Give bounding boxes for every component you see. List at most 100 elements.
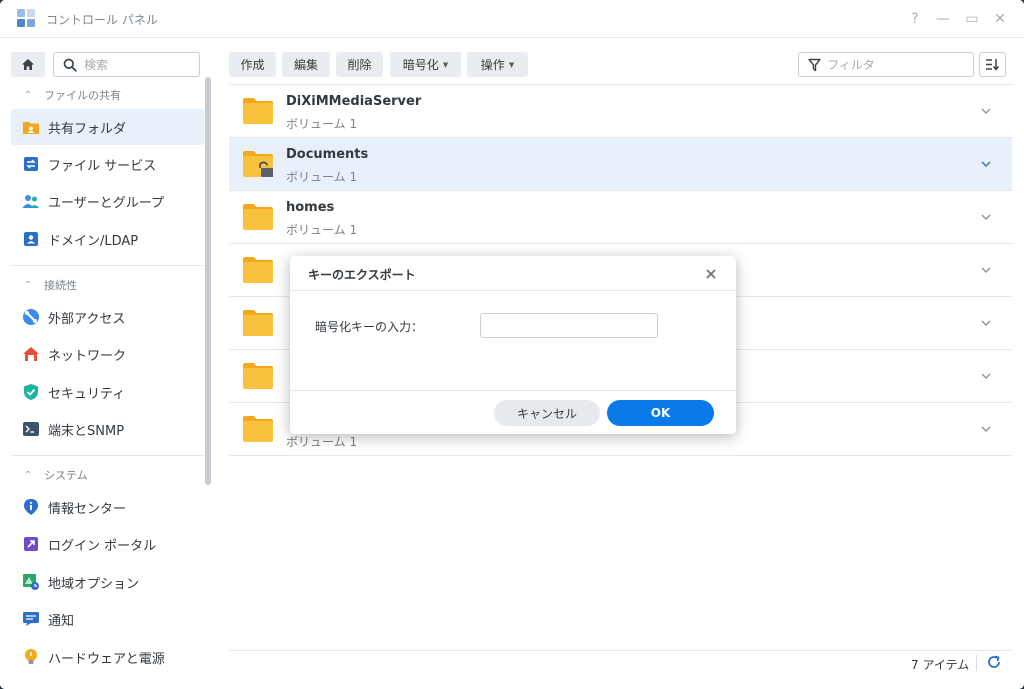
- sidebar: ⌃ ファイルの共有 共有フォルダ ファイル サービス ユーザーとグループ ド: [0, 39, 215, 689]
- section-file-sharing[interactable]: ⌃ ファイルの共有: [11, 82, 204, 108]
- table-row[interactable]: DiXiMMediaServer ボリューム 1: [229, 85, 1012, 138]
- sidebar-item-label: ログイン ポータル: [48, 538, 157, 554]
- section-system[interactable]: ⌃ システム: [11, 462, 204, 488]
- maximize-icon[interactable]: ▭: [962, 9, 982, 29]
- sidebar-item-label: ユーザーとグループ: [48, 195, 164, 211]
- chevron-up-icon: ⌃: [24, 469, 33, 481]
- notification-icon: [21, 609, 41, 629]
- folder-volume: ボリューム 1: [286, 435, 358, 449]
- create-button[interactable]: 作成: [229, 52, 276, 77]
- action-dropdown[interactable]: 操作 ▼: [467, 52, 528, 77]
- filter-input[interactable]: [827, 56, 967, 73]
- sidebar-item-label: セキュリティ: [48, 386, 126, 402]
- section-divider: [11, 455, 204, 456]
- minimize-icon[interactable]: —: [933, 9, 953, 29]
- sidebar-item-label: ネットワーク: [48, 348, 127, 364]
- hardware-power-icon: [21, 647, 41, 667]
- sidebar-item-hardware-power[interactable]: ハードウェアと電源: [11, 639, 204, 675]
- cancel-button[interactable]: キャンセル: [494, 400, 600, 426]
- close-icon[interactable]: [703, 266, 719, 282]
- export-key-dialog: キーのエクスポート 暗号化キーの入力： キャンセル OK: [290, 256, 736, 434]
- dialog-header-divider: [290, 290, 736, 291]
- sidebar-item-network[interactable]: ネットワーク: [11, 336, 204, 372]
- sidebar-scrollbar[interactable]: [205, 77, 211, 485]
- sidebar-item-terminal-snmp[interactable]: 端末とSNMP: [11, 411, 204, 447]
- sidebar-item-regional-options[interactable]: 地域オプション: [11, 564, 204, 600]
- section-divider: [11, 265, 204, 266]
- filter-field[interactable]: [798, 52, 974, 77]
- ok-button[interactable]: OK: [607, 400, 714, 426]
- sidebar-search[interactable]: [53, 52, 200, 77]
- folder-name: DiXiMMediaServer: [286, 94, 422, 109]
- chevron-down-icon[interactable]: [979, 157, 993, 171]
- table-row[interactable]: Documents ボリューム 1: [229, 138, 1012, 191]
- encrypted-folder-icon: [243, 151, 273, 177]
- folder-icon: [243, 98, 273, 124]
- sidebar-item-external-access[interactable]: 外部アクセス: [11, 299, 204, 335]
- chevron-down-icon[interactable]: [979, 422, 993, 436]
- sidebar-item-shared-folder[interactable]: 共有フォルダ: [11, 109, 204, 145]
- sidebar-item-label: 通知: [48, 613, 75, 629]
- encryption-key-label: 暗号化キーの入力：: [315, 320, 424, 334]
- table-row[interactable]: homes ボリューム 1: [229, 191, 1012, 244]
- control-panel-app-icon: [17, 9, 37, 29]
- folder-icon: [243, 257, 273, 283]
- chevron-up-icon: ⌃: [24, 89, 33, 101]
- sidebar-item-login-portal[interactable]: ログイン ポータル: [11, 526, 204, 562]
- close-icon[interactable]: ✕: [990, 9, 1010, 29]
- caret-down-icon: ▼: [442, 60, 449, 69]
- status-divider: [229, 650, 1012, 651]
- users-groups-icon: [21, 191, 41, 211]
- sidebar-item-label: 地域オプション: [48, 576, 140, 592]
- section-label: 接続性: [44, 279, 77, 292]
- sidebar-item-label: 端末とSNMP: [48, 423, 125, 439]
- sidebar-item-label: 外部アクセス: [48, 311, 126, 327]
- encryption-key-input[interactable]: [480, 313, 658, 338]
- sidebar-item-notification[interactable]: 通知: [11, 601, 204, 637]
- security-shield-icon: [21, 382, 41, 402]
- search-icon: [63, 58, 77, 72]
- sidebar-item-file-services[interactable]: ファイル サービス: [11, 146, 204, 182]
- refresh-icon[interactable]: [986, 654, 1002, 670]
- folder-icon: [243, 416, 273, 442]
- section-connectivity[interactable]: ⌃ 接続性: [11, 272, 204, 298]
- home-icon: [22, 59, 34, 70]
- edit-button[interactable]: 編集: [282, 52, 330, 77]
- folder-name: homes: [286, 200, 335, 215]
- sidebar-item-domain-ldap[interactable]: ドメイン/LDAP: [11, 221, 204, 257]
- sidebar-item-users-groups[interactable]: ユーザーとグループ: [11, 183, 204, 219]
- sidebar-item-security[interactable]: セキュリティ: [11, 374, 204, 410]
- external-access-icon: [21, 307, 41, 327]
- chevron-down-icon[interactable]: [979, 210, 993, 224]
- info-center-icon: [21, 497, 41, 517]
- action-label: 操作: [480, 58, 505, 72]
- folder-icon: [243, 310, 273, 336]
- chevron-down-icon[interactable]: [979, 369, 993, 383]
- chevron-down-icon[interactable]: [979, 263, 993, 277]
- dialog-title: キーのエクスポート: [308, 268, 416, 282]
- search-input[interactable]: [84, 56, 194, 73]
- status-separator: [976, 655, 977, 671]
- sidebar-item-label: 情報センター: [48, 501, 127, 517]
- encryption-dropdown[interactable]: 暗号化 ▼: [390, 52, 461, 77]
- section-label: ファイルの共有: [44, 89, 121, 102]
- help-icon[interactable]: ?: [905, 9, 925, 29]
- login-portal-icon: [21, 534, 41, 554]
- sort-icon: [986, 59, 1000, 71]
- item-count: 7 アイテム: [911, 658, 970, 672]
- sort-button[interactable]: [979, 52, 1006, 77]
- folder-volume: ボリューム 1: [286, 117, 358, 131]
- control-panel-window: コントロール パネル ? — ▭ ✕ ⌃ ファイルの共有 共有フォルダ: [0, 0, 1024, 689]
- folder-icon: [243, 204, 273, 230]
- chevron-down-icon[interactable]: [979, 316, 993, 330]
- chevron-down-icon[interactable]: [979, 104, 993, 118]
- sidebar-item-label: ハードウェアと電源: [48, 651, 165, 667]
- home-button[interactable]: [11, 52, 45, 77]
- folder-name: Documents: [286, 147, 369, 162]
- sidebar-item-label: ドメイン/LDAP: [48, 233, 139, 249]
- sidebar-item-label: ファイル サービス: [48, 158, 157, 174]
- delete-button[interactable]: 削除: [336, 52, 383, 77]
- terminal-icon: [21, 419, 41, 439]
- sidebar-item-info-center[interactable]: 情報センター: [11, 489, 204, 525]
- filter-icon: [808, 58, 821, 72]
